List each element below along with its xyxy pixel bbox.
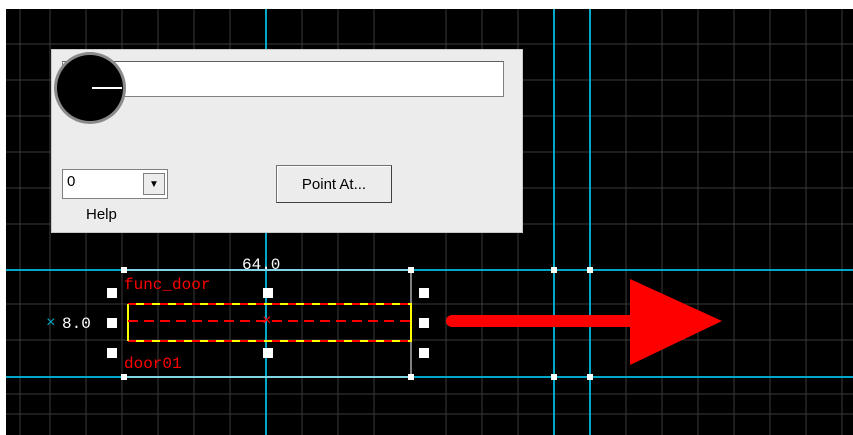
axis-corner [551,374,557,380]
entity-name-label: door01 [124,355,182,373]
size-marker: × [46,314,56,332]
resize-handle-s[interactable] [263,348,273,358]
bound-corner-bl[interactable] [121,374,127,380]
height-readout: 8.0 [62,315,91,333]
angle-dial[interactable] [52,50,128,126]
resize-handle-se[interactable] [419,348,429,358]
entity-class-label: func_door [124,276,211,294]
bound-corner-tl[interactable] [121,267,127,273]
resize-handle-ne[interactable] [419,288,429,298]
resize-handle-sw[interactable] [107,348,117,358]
chevron-down-icon[interactable]: ▼ [143,173,165,195]
resize-handle-n[interactable] [263,288,273,298]
origin-marker-icon[interactable]: × [262,313,272,329]
yaw-dropdown[interactable]: 0 ▼ [62,169,168,199]
angles-input[interactable] [62,61,504,97]
resize-handle-nw[interactable] [107,288,117,298]
axis-corner [587,267,593,273]
width-readout: 64.0 [242,256,281,274]
axis-corner [551,267,557,273]
angles-panel: 0 ▼ Help Point At... [51,49,523,233]
resize-handle-w[interactable] [107,318,117,328]
resize-handle-e[interactable] [419,318,429,328]
help-label: Help [86,206,117,223]
bound-corner-br[interactable] [408,374,414,380]
yaw-dropdown-value: 0 [67,173,76,190]
right-arrow-icon [446,279,722,365]
2d-viewport[interactable]: 64.0 func_door door01 × 8.0 × 0 ▼ Help P… [6,9,853,435]
point-at-button[interactable]: Point At... [276,165,392,203]
bound-corner-tr[interactable] [408,267,414,273]
axis-corner [587,374,593,380]
